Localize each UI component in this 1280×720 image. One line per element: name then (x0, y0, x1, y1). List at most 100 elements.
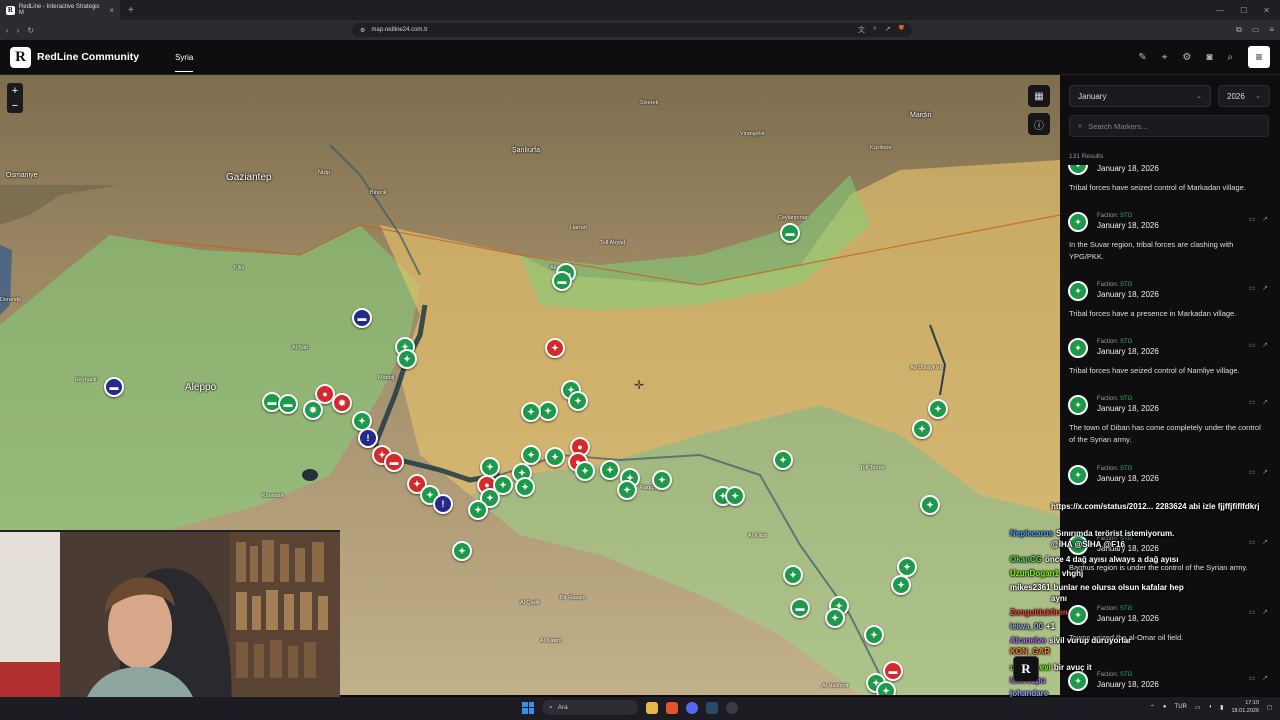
map-marker-tribal[interactable]: ✦ (783, 565, 803, 585)
map-marker-tribal[interactable]: ✦ (397, 349, 417, 369)
tray-expand-icon[interactable]: ⌃ (1150, 704, 1155, 711)
video-icon[interactable]: ▭ (1249, 284, 1256, 292)
video-icon[interactable]: ▭ (1249, 215, 1256, 223)
map-marker-tribal[interactable]: ✦ (912, 419, 932, 439)
new-tab-button[interactable]: + (120, 5, 142, 16)
marker-entry[interactable]: ✦ Faction: STG January 18, 2026 ▭ ↗ In the Su… (1068, 212, 1274, 269)
marker-search-input[interactable]: ⌕ Search Markers... (1069, 115, 1269, 137)
close-window-icon[interactable]: ✕ (1263, 6, 1270, 15)
hamburger-menu-button[interactable]: ≡ (1248, 46, 1270, 68)
address-bar[interactable]: ⚙ map.redline24.com.tr 文 ⌕ ↗ ⛊ (352, 23, 912, 37)
discord-icon[interactable] (686, 701, 698, 714)
back-icon[interactable]: ‹ (6, 26, 9, 35)
extensions-icon[interactable]: ⧉ (1236, 25, 1242, 35)
map-marker-navy[interactable]: ▬ (104, 377, 124, 397)
zoom-icon[interactable]: ⌕ (873, 25, 877, 35)
map-marker-tribal[interactable]: ✦ (773, 450, 793, 470)
map-marker-tribal[interactable]: ✦ (928, 399, 948, 419)
maximize-icon[interactable]: ☐ (1240, 6, 1247, 15)
map-marker-hostile[interactable]: ▬ (384, 452, 404, 472)
map-marker-tribal[interactable]: ✦ (575, 461, 595, 481)
map-marker-tribal[interactable]: ✦ (825, 608, 845, 628)
marker-entry[interactable]: ✦Faction: STGJanuary 18, 2026▭↗Tribal fo… (1068, 165, 1274, 212)
volume-icon[interactable]: ◖ (1209, 704, 1213, 710)
open-link-icon[interactable]: ↗ (1262, 398, 1268, 406)
map-marker-tribal[interactable]: ▬ (790, 598, 810, 618)
microphone-icon[interactable]: ● (1163, 704, 1167, 710)
clock[interactable]: 17:10 18.01.2026 (1231, 699, 1259, 715)
map-marker-tribal[interactable]: ✦ (652, 470, 672, 490)
map-marker-tribal[interactable]: ✦ (920, 495, 940, 515)
map-marker-tribal[interactable]: ✦ (891, 575, 911, 595)
location-pin-icon[interactable]: ⌖ (1162, 52, 1168, 63)
marker-entry[interactable]: ✦Faction: STGJanuary 18, 2026▭↗Tribal fo… (1068, 338, 1274, 395)
steam-icon[interactable] (706, 701, 718, 714)
map-marker-hostile[interactable]: ✸ (332, 393, 352, 413)
map-marker-tribal[interactable]: ✸ (303, 400, 323, 420)
map-marker-tribal[interactable]: ✦ (545, 447, 565, 467)
map-marker-tribal[interactable]: ▬ (278, 394, 298, 414)
tab-syria[interactable]: Syria (175, 49, 194, 72)
zoom-in-button[interactable]: + (7, 83, 23, 98)
forward-icon[interactable]: › (17, 26, 20, 35)
layers-map-icon[interactable]: ▦ (1028, 85, 1050, 107)
draw-icon[interactable]: ✎ (1138, 52, 1146, 63)
map-marker-tribal[interactable]: ✦ (617, 480, 637, 500)
open-link-icon[interactable]: ↗ (1262, 468, 1268, 476)
brave-shield-icon[interactable]: ⛊ (899, 25, 904, 35)
video-icon[interactable]: ▭ (1249, 341, 1256, 349)
marker-entry[interactable]: ✦ Faction: STG January 18, 2026 ▭ ↗ The town … (1068, 395, 1274, 452)
zoom-out-button[interactable]: − (7, 98, 23, 113)
info-icon[interactable]: ⓘ (1028, 113, 1050, 135)
close-tab-icon[interactable]: × (109, 6, 114, 15)
battery-icon[interactable]: ▮ (1220, 704, 1223, 711)
share-icon[interactable]: ↗ (885, 25, 891, 35)
map-marker-tribal[interactable]: ✦ (521, 445, 541, 465)
video-icon[interactable]: ▭ (1249, 165, 1256, 166)
language-indicator[interactable]: TUR (1175, 704, 1187, 710)
map-marker-tribal[interactable]: ✦ (725, 486, 745, 506)
search-icon[interactable]: ⌕ (1227, 52, 1233, 63)
year-select[interactable]: 2026 ⌄ (1218, 85, 1270, 107)
map-marker-tribal[interactable]: ▬ (552, 271, 572, 291)
obs-icon[interactable] (726, 701, 738, 714)
windows-start-icon[interactable] (522, 701, 534, 714)
map-marker-tribal[interactable]: ✦ (521, 402, 541, 422)
map-marker-tribal[interactable]: ✦ (568, 391, 588, 411)
wallet-icon[interactable]: ▭ (1252, 25, 1260, 35)
minimize-icon[interactable]: — (1216, 6, 1224, 15)
map-marker-tribal[interactable]: ✦ (515, 477, 535, 497)
browser-tab[interactable]: R RedLine - Interactive Strategic M × (0, 0, 120, 20)
map-marker-hostile[interactable]: ✦ (545, 338, 565, 358)
open-link-icon[interactable]: ↗ (1262, 284, 1268, 292)
map-marker-tribal[interactable]: ✦ (538, 401, 558, 421)
open-link-icon[interactable]: ↗ (1262, 341, 1268, 349)
notifications-icon[interactable]: ◻ (1267, 704, 1272, 711)
open-link-icon[interactable]: ↗ (1262, 165, 1268, 166)
map-marker-tribal[interactable]: ✦ (480, 457, 500, 477)
map-marker-tribal[interactable]: ✦ (468, 500, 488, 520)
brave-browser-icon[interactable] (666, 701, 678, 714)
map-marker-tribal[interactable]: ✦ (452, 541, 472, 561)
redline-logo[interactable]: R (10, 46, 31, 68)
map-marker-tribal[interactable]: ▬ (780, 223, 800, 243)
camera-icon[interactable]: ◙ (1206, 52, 1212, 63)
reload-icon[interactable]: ↻ (27, 26, 34, 35)
month-select[interactable]: January ⌄ (1069, 85, 1211, 107)
marker-entry[interactable]: ✦Faction: STGJanuary 18, 2026▭↗Tribal fo… (1068, 281, 1274, 338)
video-icon[interactable]: ▭ (1249, 398, 1256, 406)
taskbar-search[interactable]: ⌕ Ara (542, 700, 638, 715)
translate-icon[interactable]: 文 (858, 25, 865, 35)
file-explorer-icon[interactable] (646, 701, 658, 714)
open-link-icon[interactable]: ↗ (1262, 215, 1268, 223)
map-marker-tribal[interactable]: ✦ (864, 625, 884, 645)
browser-menu-icon[interactable]: ≡ (1269, 25, 1274, 35)
video-icon[interactable]: ▭ (1249, 468, 1256, 476)
map-marker-navy[interactable]: ! (358, 428, 378, 448)
site-info-icon[interactable]: ⚙ (360, 27, 365, 34)
brand-title[interactable]: RedLine Community (37, 51, 139, 63)
map-marker-navy[interactable]: ! (433, 494, 453, 514)
map-marker-tribal[interactable]: ✦ (897, 557, 917, 577)
network-icon[interactable]: ▭ (1195, 704, 1201, 711)
map-marker-hostile[interactable]: ▬ (883, 661, 903, 681)
